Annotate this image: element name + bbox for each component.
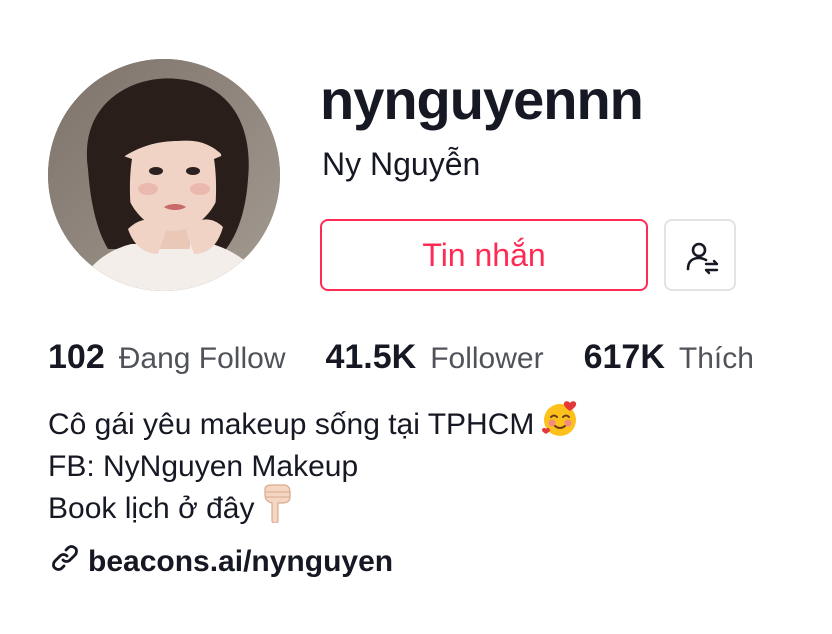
stat-value: 102 [48, 338, 105, 376]
message-button[interactable]: Tin nhắn [320, 219, 648, 291]
stat-following[interactable]: 102 Đang Follow [48, 338, 285, 377]
bio-text: FB: NyNguyen Makeup [48, 450, 359, 483]
stat-likes: 617K Thích [584, 338, 754, 377]
profile-link[interactable]: beacons.ai/nynguyen [50, 543, 393, 581]
username: nynguyennn [320, 68, 644, 131]
bio-line: Cô gái yêu makeup sống tại TPHCM [48, 401, 580, 446]
smiling-face-hearts-icon [540, 399, 580, 451]
stat-followers[interactable]: 41.5K Follower [325, 338, 543, 377]
profile-stats: 102 Đang Follow 41.5K Follower 617K Thíc… [48, 338, 754, 384]
pointing-down-hand-icon [260, 483, 294, 535]
link-text: beacons.ai/nynguyen [88, 545, 394, 578]
stat-label: Đang Follow [118, 342, 286, 375]
follow-options-button[interactable] [664, 219, 736, 291]
bio-line: Book lịch ở đây [48, 484, 580, 530]
avatar-photo [48, 59, 280, 291]
profile-header: nynguyennn Ny Nguyễn Tin nhắn 102 Đang F… [0, 0, 832, 634]
bio: Cô gái yêu makeup sống tại TPHCM FB: NyN… [48, 401, 580, 530]
user-swap-icon [686, 242, 719, 275]
bio-text: Book lịch ở đây [48, 492, 255, 525]
stat-label: Follower [430, 342, 544, 375]
stat-label: Thích [678, 342, 754, 375]
avatar[interactable] [48, 59, 280, 291]
display-name: Ny Nguyễn [322, 146, 481, 182]
bio-text: Cô gái yêu makeup sống tại TPHCM [48, 408, 535, 441]
link-icon [50, 543, 80, 581]
stat-value: 41.5K [325, 338, 417, 376]
stat-value: 617K [583, 338, 665, 376]
bio-line: FB: NyNguyen Makeup [48, 446, 580, 488]
